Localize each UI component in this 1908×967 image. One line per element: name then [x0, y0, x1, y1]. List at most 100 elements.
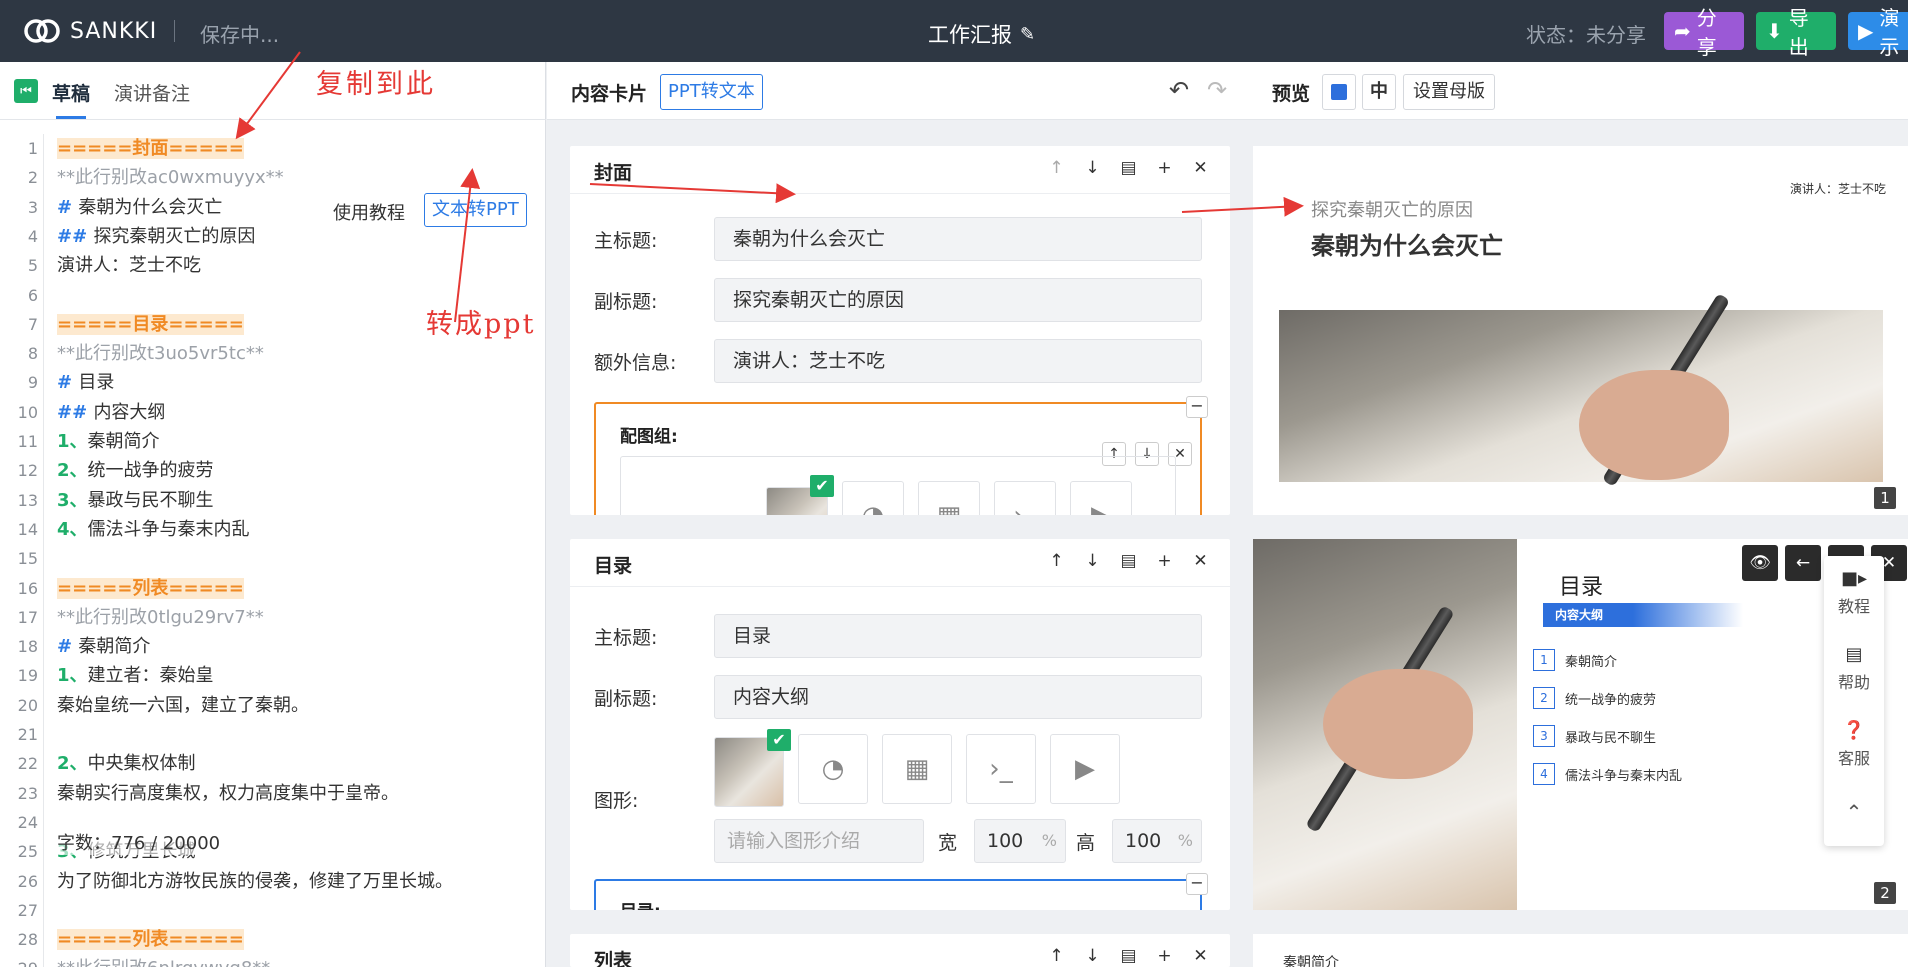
- figure-label: 图形:: [594, 790, 639, 812]
- table-icon[interactable]: ▦: [918, 481, 980, 515]
- back-arrow-icon[interactable]: ←: [1785, 545, 1821, 581]
- editor-line[interactable]: 7 =====目录=====: [0, 310, 546, 339]
- editor-line[interactable]: 19 1、建立者：秦始皇: [0, 661, 546, 690]
- move-up-icon[interactable]: ↑: [1047, 158, 1066, 178]
- editor-line[interactable]: 5 演讲人：芝士不吃: [0, 251, 546, 280]
- toc-item: 2 统一战争的疲劳: [1533, 687, 1656, 709]
- editor-line[interactable]: 13 3、暴政与民不聊生: [0, 486, 546, 515]
- extra-info-field[interactable]: 演讲人：芝士不吃: [714, 339, 1202, 383]
- main-title-field[interactable]: 目录: [714, 614, 1202, 658]
- editor-line[interactable]: 8 **此行别改t3uo5vr5tc**: [0, 339, 546, 368]
- redo-icon[interactable]: ↷: [1207, 76, 1227, 104]
- present-button[interactable]: ▶ 演示: [1848, 6, 1908, 59]
- editor-line[interactable]: 27: [0, 896, 546, 925]
- edit-pencil-icon[interactable]: ✎: [1020, 24, 1035, 45]
- toc-item-text: 暴政与民不聊生: [1565, 730, 1657, 746]
- editor-line[interactable]: 9 # 目录: [0, 368, 546, 397]
- preview-eye-icon[interactable]: 👁: [1742, 545, 1778, 581]
- line-number: 14: [17, 519, 38, 539]
- tutorial-link[interactable]: 使用教程: [333, 199, 405, 225]
- height-input[interactable]: 100 %: [1112, 819, 1202, 863]
- move-down-icon[interactable]: ↓: [1083, 551, 1102, 571]
- editor-line[interactable]: 29 **此行别改6nlrqvwvg8**: [0, 954, 546, 967]
- sub-title-field[interactable]: 内容大纲: [714, 675, 1202, 719]
- code-icon[interactable]: ›_: [994, 481, 1056, 515]
- help-menu-item[interactable]: ▤ 帮助: [1824, 644, 1884, 693]
- editor-line[interactable]: 6: [0, 281, 546, 310]
- slide-preview-toc[interactable]: 目录 内容大纲 1 秦朝简介 2 统一战争的疲劳 3 暴政与民不聊生 4 儒法斗争与秦末内乱 …: [1253, 539, 1908, 910]
- editor-line[interactable]: 14 4、儒法斗争与秦末内乱: [0, 515, 546, 544]
- editor-line[interactable]: 22 2、中央集权体制: [0, 749, 546, 778]
- editor-line[interactable]: 20 秦始皇统一六国，建立了秦朝。: [0, 691, 546, 720]
- notes-icon[interactable]: ▤: [1119, 158, 1138, 178]
- pie-chart-icon[interactable]: ◔: [798, 734, 868, 804]
- add-icon[interactable]: +: [1155, 551, 1174, 571]
- line-segment: 2、: [57, 753, 88, 775]
- undo-icon[interactable]: ↶: [1169, 76, 1189, 104]
- service-menu-item[interactable]: ❓ 客服: [1824, 720, 1884, 769]
- close-icon[interactable]: ✕: [1191, 158, 1210, 178]
- video-icon[interactable]: ▶: [1070, 481, 1132, 515]
- editor-line[interactable]: 28 =====列表=====: [0, 925, 546, 954]
- text-to-ppt-button[interactable]: 文本转PPT: [424, 193, 527, 227]
- editor-line[interactable]: 23 秦朝实行高度集权，权力高度集中于皇帝。: [0, 779, 546, 808]
- set-master-button[interactable]: 设置母版: [1403, 74, 1495, 110]
- toc-item-number: 3: [1533, 725, 1555, 747]
- editor-line[interactable]: 26 为了防御北方游牧民族的侵袭，修建了万里长城。: [0, 867, 546, 896]
- editor-line[interactable]: 18 # 秦朝简介: [0, 632, 546, 661]
- share-button[interactable]: ➦ 分享: [1664, 6, 1744, 59]
- move-up-icon[interactable]: ↑: [1047, 946, 1066, 966]
- markdown-editor[interactable]: 1 =====封面===== 2 **此行别改ac0wxmuyyx** 3 # 秦朝为什么…: [0, 134, 546, 967]
- tab-draft[interactable]: 草稿: [52, 79, 90, 106]
- tutorial-menu-item[interactable]: ■▸ 教程: [1824, 568, 1884, 617]
- theme-color-picker[interactable]: [1322, 74, 1356, 110]
- editor-line[interactable]: 21: [0, 720, 546, 749]
- move-down-icon[interactable]: ↓: [1083, 946, 1102, 966]
- scroll-top-chevron-icon[interactable]: ⌃: [1824, 800, 1884, 824]
- close-icon[interactable]: ✕: [1191, 551, 1210, 571]
- move-down-icon[interactable]: ↓: [1083, 158, 1102, 178]
- collapse-group-icon[interactable]: −: [1186, 873, 1208, 895]
- notes-icon[interactable]: ▤: [1119, 551, 1138, 571]
- notes-icon[interactable]: ▤: [1119, 946, 1138, 966]
- editor-line[interactable]: 10 ## 内容大纲: [0, 398, 546, 427]
- code-icon[interactable]: ›_: [966, 734, 1036, 804]
- editor-line[interactable]: 17 **此行别改0tlgu29rv7**: [0, 603, 546, 632]
- figure-description-input[interactable]: 请输入图形介绍: [714, 819, 924, 863]
- image-group-box: − 配图组: ↑ ↓ ✕ ✔ ◔ ▦ ›_ ▶: [594, 396, 1208, 515]
- figure-description-placeholder: 请输入图形介绍: [727, 830, 861, 852]
- editor-line[interactable]: 1 =====封面=====: [0, 134, 546, 163]
- move-up-icon[interactable]: ↑: [1047, 551, 1066, 571]
- sub-title-field[interactable]: 探究秦朝灭亡的原因: [714, 278, 1202, 322]
- editor-line[interactable]: 2 **此行别改ac0wxmuyyx**: [0, 163, 546, 192]
- language-toggle[interactable]: 中: [1362, 74, 1396, 110]
- image-picker-row: ✔ ◔ ▦ ›_ ▶: [620, 456, 1176, 515]
- width-input[interactable]: 100 %: [974, 819, 1066, 863]
- slide-preview-cover[interactable]: 演讲人：芝士不吃 探究秦朝灭亡的原因 秦朝为什么会灭亡 1: [1253, 146, 1908, 515]
- editor-line[interactable]: 16 =====列表=====: [0, 574, 546, 603]
- add-icon[interactable]: +: [1155, 946, 1174, 966]
- toc-group-box: − 目录:: [594, 873, 1208, 910]
- doc-title[interactable]: 工作汇报 ✎: [928, 19, 1035, 49]
- brand-logo[interactable]: SANKKI: [24, 16, 157, 46]
- editor-line[interactable]: 12 2、统一战争的疲劳: [0, 456, 546, 485]
- tab-speaker-notes[interactable]: 演讲备注: [114, 79, 190, 106]
- pie-chart-icon[interactable]: ◔: [842, 481, 904, 515]
- sub-title-label: 副标题:: [594, 688, 658, 710]
- line-segment: =====目录=====: [57, 313, 244, 335]
- export-button[interactable]: ⬇ 导出: [1756, 6, 1836, 59]
- main-title-field[interactable]: 秦朝为什么会灭亡: [714, 217, 1202, 261]
- line-segment: =====列表=====: [57, 929, 244, 951]
- line-number: 3: [27, 197, 38, 217]
- line-segment: 统一战争的疲劳: [87, 460, 214, 482]
- table-icon[interactable]: ▦: [882, 734, 952, 804]
- close-icon[interactable]: ✕: [1191, 946, 1210, 966]
- ppt-to-text-button[interactable]: PPT转文本: [660, 74, 763, 110]
- editor-line[interactable]: 11 1、秦朝简介: [0, 427, 546, 456]
- editor-line[interactable]: 15: [0, 544, 546, 573]
- video-icon[interactable]: ▶: [1050, 734, 1120, 804]
- slide-preview-list[interactable]: 秦朝简介: [1253, 934, 1908, 967]
- add-icon[interactable]: +: [1155, 158, 1174, 178]
- collapse-panel-icon[interactable]: ⏮: [14, 79, 38, 103]
- collapse-group-icon[interactable]: −: [1186, 396, 1208, 418]
